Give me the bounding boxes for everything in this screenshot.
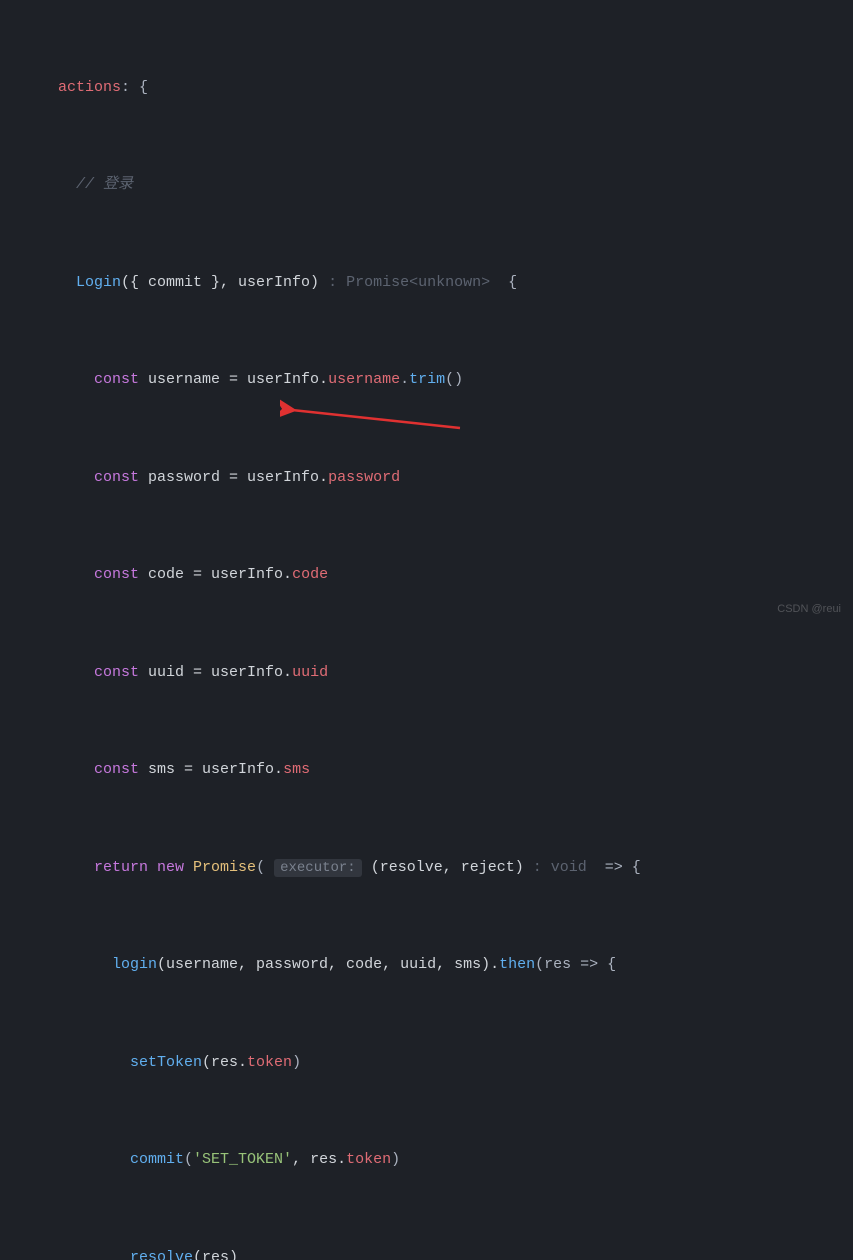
watermark: CSDN @reui (777, 598, 841, 622)
function-name: setToken (130, 1054, 202, 1071)
params: ({ commit }, userInfo) (121, 274, 319, 291)
method: trim (409, 371, 445, 388)
property: password (328, 469, 400, 486)
keyword: new (148, 859, 193, 876)
punct: => { (587, 859, 641, 876)
text: , res. (292, 1151, 346, 1168)
function-name: login (112, 956, 157, 973)
code-line: const username = userInfo.username.trim(… (40, 363, 853, 396)
property: token (346, 1151, 391, 1168)
params: (username, password, code, uuid, sms). (157, 956, 499, 973)
property: token (247, 1054, 292, 1071)
code-editor[interactable]: actions: { // 登录 Login({ commit }, userI… (0, 0, 853, 1260)
code-line: const uuid = userInfo.uuid (40, 656, 853, 689)
code-line: return new Promise( executor: (resolve, … (40, 851, 853, 884)
code-line: resolve(res) (40, 1241, 853, 1260)
punct: : { (121, 79, 148, 96)
text: uuid = userInfo. (139, 664, 292, 681)
text: password = userInfo. (139, 469, 328, 486)
keyword: return (94, 859, 148, 876)
code-block: actions: { // 登录 Login({ commit }, userI… (0, 6, 853, 1260)
property: username (328, 371, 400, 388)
function-name: resolve (130, 1249, 193, 1260)
punct: ) (292, 1054, 301, 1071)
punct: ( (184, 1151, 193, 1168)
type-hint: : void (533, 859, 587, 876)
property: sms (283, 761, 310, 778)
comment: // 登录 (76, 176, 133, 193)
code-line: Login({ commit }, userInfo) : Promise<un… (40, 266, 853, 299)
punct: ( (256, 859, 265, 876)
code-line: actions: { (40, 71, 853, 104)
property: code (292, 566, 328, 583)
punct: { (490, 274, 517, 291)
property: actions (58, 79, 121, 96)
keyword: const (94, 371, 139, 388)
inlay-hint: executor: (274, 859, 362, 877)
code-line: login(username, password, code, uuid, sm… (40, 948, 853, 981)
text: username = userInfo. (139, 371, 328, 388)
property: uuid (292, 664, 328, 681)
function-name: commit (130, 1151, 184, 1168)
method: then (499, 956, 535, 973)
string: 'SET_TOKEN' (193, 1151, 292, 1168)
class-name: Promise (193, 859, 256, 876)
function-name: Login (76, 274, 121, 291)
params: (resolve, reject) (362, 859, 533, 876)
code-line: const password = userInfo.password (40, 461, 853, 494)
punct: () (445, 371, 463, 388)
keyword: const (94, 469, 139, 486)
code-line: commit('SET_TOKEN', res.token) (40, 1143, 853, 1176)
code-line: const code = userInfo.code (40, 558, 853, 591)
code-line: const sms = userInfo.sms (40, 753, 853, 786)
keyword: const (94, 566, 139, 583)
punct: (res => { (535, 956, 616, 973)
punct: . (400, 371, 409, 388)
text: sms = userInfo. (139, 761, 283, 778)
code-line: setToken(res.token) (40, 1046, 853, 1079)
keyword: const (94, 664, 139, 681)
text: code = userInfo. (139, 566, 292, 583)
keyword: const (94, 761, 139, 778)
punct: ) (391, 1151, 400, 1168)
code-line: // 登录 (40, 168, 853, 201)
type-hint: : Promise<unknown> (328, 274, 490, 291)
params: (res. (202, 1054, 247, 1071)
params: (res) (193, 1249, 238, 1260)
